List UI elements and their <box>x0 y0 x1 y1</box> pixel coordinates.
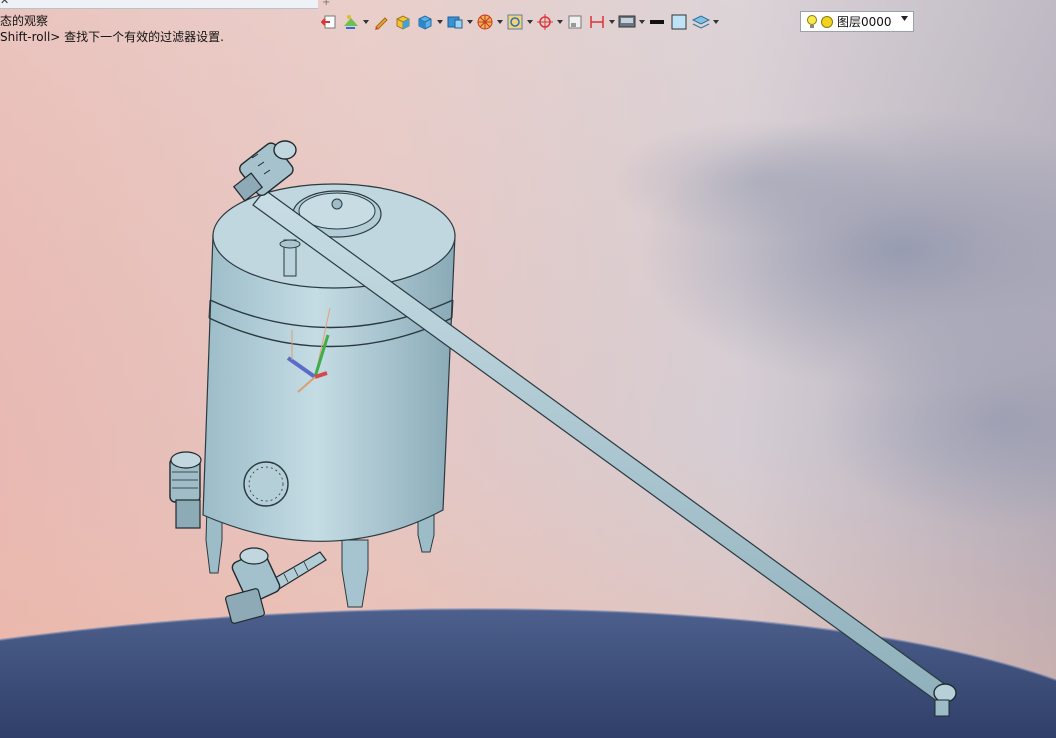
render-box-icon <box>447 16 463 29</box>
chevron-down-icon <box>609 20 615 24</box>
zoom-dropdown[interactable] <box>526 11 534 33</box>
layer-select[interactable]: 图层0000 <box>800 11 914 32</box>
color-button[interactable] <box>340 11 362 33</box>
command-history: 态的观察 Shift-roll> 查找下一个有效的过滤器设置. <box>0 13 224 45</box>
new-tab-button[interactable]: + <box>322 0 336 8</box>
sun-icon[interactable] <box>820 15 834 29</box>
square-button[interactable] <box>564 11 586 33</box>
display-dropdown[interactable] <box>638 11 646 33</box>
color-dropdown[interactable] <box>362 11 370 33</box>
layers-dropdown[interactable] <box>712 11 720 33</box>
target-dropdown[interactable] <box>556 11 564 33</box>
fill-color-button[interactable] <box>668 11 690 33</box>
chevron-down-icon[interactable] <box>901 16 908 21</box>
zoom-window-button[interactable] <box>504 11 526 33</box>
bulb-icon[interactable] <box>805 14 819 30</box>
tab-close-icon[interactable]: ✕ <box>0 0 9 7</box>
exit-icon <box>321 15 336 29</box>
chevron-down-icon <box>497 20 503 24</box>
chevron-down-icon <box>467 20 473 24</box>
color-icon <box>344 15 358 29</box>
target-icon <box>537 14 553 30</box>
visual-style-dropdown[interactable] <box>436 11 444 33</box>
solid-box-button[interactable] <box>392 11 414 33</box>
chevron-down-icon <box>713 20 719 24</box>
chevron-down-icon <box>437 20 443 24</box>
chevron-down-icon <box>527 20 533 24</box>
pencil-button[interactable] <box>370 11 392 33</box>
measure-icon <box>590 16 604 28</box>
shaded-box-icon <box>418 15 432 30</box>
command-line-2: Shift-roll> 查找下一个有效的过滤器设置. <box>0 30 224 44</box>
command-line-1: 态的观察 <box>0 14 49 28</box>
line-weight-icon <box>650 20 664 24</box>
viewport-3d[interactable] <box>0 0 1056 738</box>
target-button[interactable] <box>534 11 556 33</box>
cad-scene[interactable] <box>0 0 1056 738</box>
exit-button[interactable] <box>318 11 340 33</box>
render-dropdown[interactable] <box>466 11 474 33</box>
line-weight-button[interactable] <box>646 11 668 33</box>
chevron-down-icon <box>557 20 563 24</box>
chevron-down-icon <box>639 20 645 24</box>
orbit-button[interactable] <box>474 11 496 33</box>
chevron-down-icon <box>363 20 369 24</box>
display-button[interactable] <box>616 11 638 33</box>
measure-dropdown[interactable] <box>608 11 616 33</box>
pencil-icon <box>375 17 388 30</box>
solid-box-icon <box>396 15 410 30</box>
display-icon <box>618 15 636 28</box>
layers-icon <box>692 15 710 29</box>
shaded-box-button[interactable] <box>414 11 436 33</box>
orbit-dropdown[interactable] <box>496 11 504 33</box>
layers-button[interactable] <box>690 11 712 33</box>
document-tab[interactable]: ✕ <box>0 0 318 9</box>
zoom-window-icon <box>507 14 523 30</box>
fill-color-icon <box>671 14 687 30</box>
layer-name: 图层0000 <box>837 15 892 29</box>
view-toolbar <box>318 10 720 34</box>
render-box-button[interactable] <box>444 11 466 33</box>
square-icon <box>568 15 582 29</box>
wheel-icon <box>477 14 493 30</box>
measure-button[interactable] <box>586 11 608 33</box>
